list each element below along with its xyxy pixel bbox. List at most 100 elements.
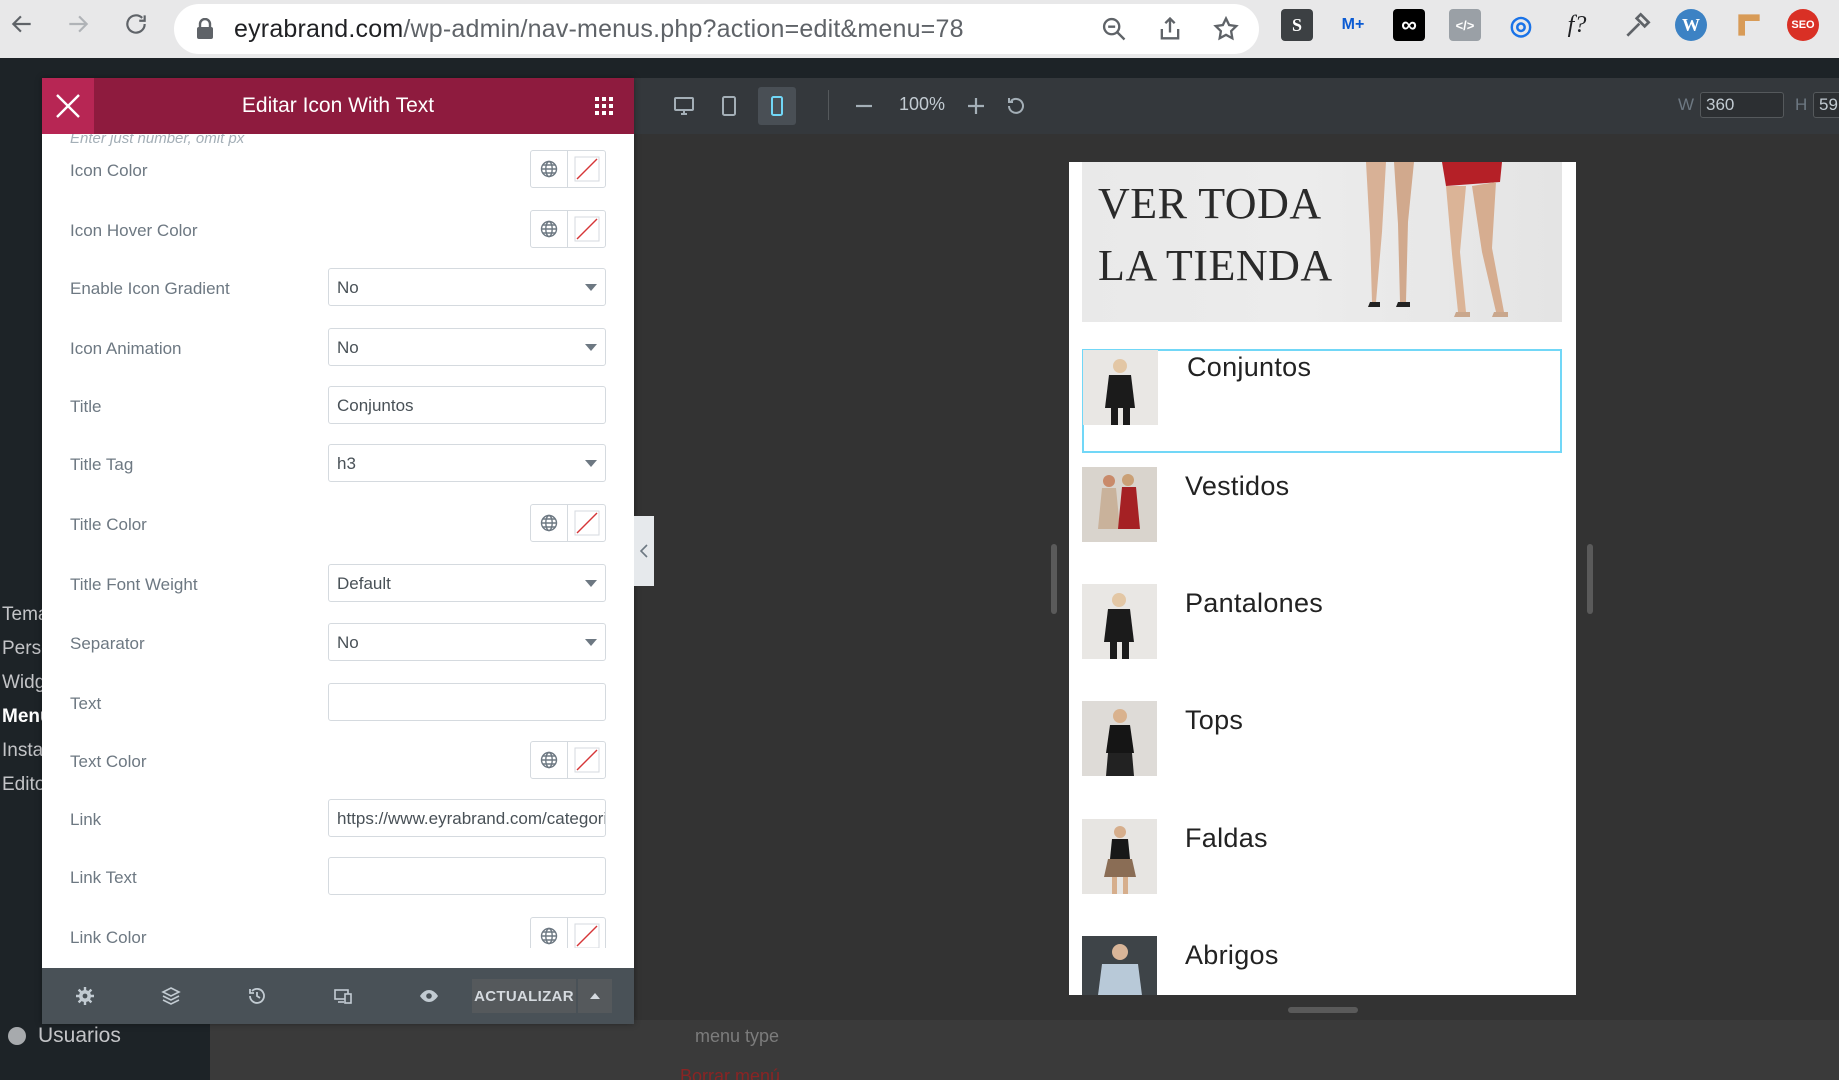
seo-extension-icon[interactable]: SEO [1787,9,1819,41]
settings-gear-icon[interactable] [75,986,95,1006]
sidebar-item-label: Insta [2,740,44,761]
color-swatch-button[interactable] [568,742,605,778]
color-picker [530,150,606,188]
history-icon[interactable] [247,986,267,1006]
toolbar-divider [828,90,829,120]
eyedropper-icon[interactable] [1622,9,1654,41]
text-color-control: Text Color [42,735,634,785]
control-label: Icon Animation [70,339,182,358]
select-value: No [337,633,359,652]
zoom-in-icon[interactable] [964,94,988,118]
widgets-grid-icon[interactable] [595,97,613,115]
category-thumbnail [1082,819,1157,894]
elementor-panel: Editar Icon With Text Enter just number,… [42,78,634,1024]
store-banner[interactable]: VER TODA LA TIENDA [1082,162,1562,322]
control-label: Title Color [70,515,147,534]
category-title: Conjuntos [1187,352,1312,382]
control-label: Enable Icon Gradient [70,279,230,298]
zoom-out-icon[interactable] [852,94,876,118]
lock-icon [197,18,213,39]
control-label: Link [70,810,102,829]
control-label: Title Font Weight [70,575,198,594]
empty-swatch-icon [574,923,599,948]
reset-zoom-icon[interactable] [1004,94,1028,118]
color-swatch-button[interactable] [568,505,605,541]
preview-eye-icon[interactable] [419,986,439,1006]
panel-controls: Enter just number, omit px Icon Color Ic… [42,134,634,948]
select-value: Default [337,574,391,593]
icon-animation-select[interactable]: No [328,328,606,366]
mobile-icon[interactable] [765,94,789,118]
extension-target-icon[interactable]: ◎ [1505,9,1537,41]
category-item-conjuntos[interactable]: Conjuntos [1082,349,1562,453]
forward-icon[interactable] [58,4,98,44]
category-thumbnail [1082,584,1157,659]
width-label: W [1678,95,1695,114]
extension-movistar-icon[interactable]: M+ [1337,9,1369,41]
url-text: eyrabrand.com/wp-admin/nav-menus.php?act… [234,15,964,44]
category-item-tops[interactable]: Tops [1082,701,1562,805]
link-color-control: Link Color [42,911,634,948]
panel-footer: ACTUALIZAR [42,968,634,1024]
category-title: Abrigos [1185,940,1279,970]
category-item-faldas[interactable]: Faldas [1082,819,1562,923]
link-text-input[interactable] [328,857,606,895]
zoom-icon[interactable] [1100,15,1128,43]
extension-infinity-icon[interactable]: ∞ [1393,9,1425,41]
wp-admin-bar [0,58,1839,78]
title-tag-select[interactable]: h3 [328,444,606,482]
category-item-abrigos[interactable]: Abrigos [1082,936,1562,995]
bottom-resize-handle[interactable] [1288,1007,1358,1013]
caret-down-icon [585,460,597,467]
back-icon[interactable] [2,4,42,44]
enable-icon-gradient-select[interactable]: No [328,268,606,306]
global-colors-button[interactable] [531,918,568,948]
category-thumbnail [1082,701,1157,776]
globe-icon [540,514,558,532]
global-colors-button[interactable] [531,211,568,247]
responsive-mode-icon[interactable] [333,986,353,1006]
caret-down-icon [585,344,597,351]
color-swatch-button[interactable] [568,211,605,247]
navigator-layers-icon[interactable] [161,986,181,1006]
bookmark-star-icon[interactable] [1212,15,1240,43]
global-colors-button[interactable] [531,742,568,778]
height-input[interactable]: 59 [1813,92,1839,118]
category-title: Tops [1185,705,1244,735]
url-path: /wp-admin/nav-menus.php?action=edit&menu… [403,15,964,43]
empty-swatch-icon [574,747,599,773]
sidebar-item-users[interactable]: Usuarios [8,1024,121,1048]
icon-animation-control: Icon Animation No [42,322,634,372]
save-options-button[interactable] [578,979,612,1013]
left-resize-handle[interactable] [1051,544,1057,614]
text-input[interactable] [328,683,606,721]
color-swatch-button[interactable] [568,151,605,187]
delete-menu-link[interactable]: Borrar menú [680,1066,780,1080]
extension-s-icon[interactable]: S [1281,9,1313,41]
width-input[interactable]: 360 [1700,92,1784,118]
update-button[interactable]: ACTUALIZAR [472,979,576,1013]
category-item-pantalones[interactable]: Pantalones [1082,584,1562,688]
link-text-control: Link Text [42,851,634,901]
ruler-icon[interactable] [1733,9,1765,41]
wordpress-extension-icon[interactable]: W [1675,9,1707,41]
reload-icon[interactable] [116,4,156,44]
title-input[interactable]: Conjuntos [328,386,606,424]
extension-font-icon[interactable]: f? [1561,9,1593,41]
desktop-icon[interactable] [672,94,696,118]
address-bar[interactable]: eyrabrand.com/wp-admin/nav-menus.php?act… [174,4,1259,54]
share-icon[interactable] [1156,15,1184,43]
right-resize-handle[interactable] [1587,544,1593,614]
global-colors-button[interactable] [531,505,568,541]
extension-code-icon[interactable]: </> [1449,9,1481,41]
title-font-weight-select[interactable]: Default [328,564,606,602]
control-label: Title Tag [70,455,134,474]
collapse-panel-button[interactable] [634,516,654,586]
separator-select[interactable]: No [328,623,606,661]
category-item-vestidos[interactable]: Vestidos [1082,467,1562,571]
link-input[interactable]: https://www.eyrabrand.com/categoria [328,799,606,837]
users-icon [8,1027,26,1045]
tablet-icon[interactable] [717,94,741,118]
global-colors-button[interactable] [531,151,568,187]
color-swatch-button[interactable] [568,918,605,948]
